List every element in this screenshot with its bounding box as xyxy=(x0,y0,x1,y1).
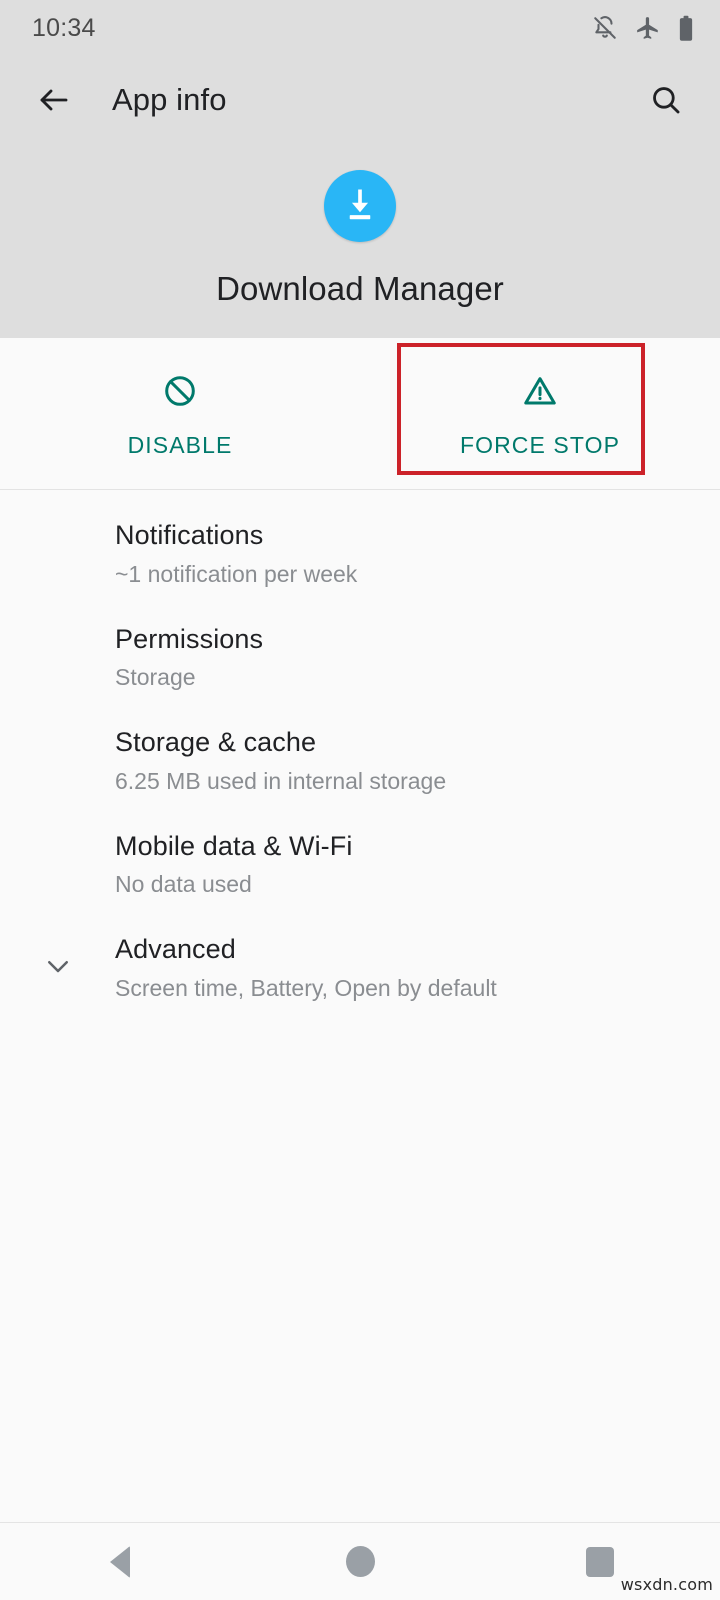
list-item-text: Advanced Screen time, Battery, Open by d… xyxy=(115,933,694,1003)
app-identity: Download Manager xyxy=(0,170,720,308)
list-item-summary: Storage xyxy=(115,664,196,691)
app-bar: App info xyxy=(0,62,720,138)
chevron-down-icon xyxy=(0,933,115,981)
list-item-title: Mobile data & Wi-Fi xyxy=(115,830,353,861)
list-item-advanced[interactable]: Advanced Screen time, Battery, Open by d… xyxy=(0,916,720,1020)
block-circle-slash-icon xyxy=(161,369,199,413)
list-item-title: Notifications xyxy=(115,520,264,550)
page-title: App info xyxy=(112,82,227,117)
force-stop-button[interactable]: FORCE STOP xyxy=(360,338,720,489)
list-item-leading xyxy=(0,519,115,537)
list-item-leading xyxy=(0,726,115,744)
system-navigation-bar xyxy=(0,1523,720,1600)
nav-home-icon[interactable] xyxy=(305,1523,415,1600)
warning-triangle-icon xyxy=(521,369,559,413)
list-item-title: Permissions xyxy=(115,623,264,654)
list-item-text: Storage & cache 6.25 MB used in internal… xyxy=(115,726,694,796)
airplane-mode-icon xyxy=(635,15,661,41)
disable-button-label: DISABLE xyxy=(127,431,233,458)
list-item-title: Storage & cache xyxy=(115,727,317,757)
battery-icon xyxy=(678,15,694,42)
app-info-screen: 10:34 App info Download Manager DISABLE … xyxy=(0,0,720,1600)
back-arrow-icon[interactable] xyxy=(26,72,82,128)
status-bar: 10:34 xyxy=(0,0,720,56)
list-item-text: Mobile data & Wi-Fi No data used xyxy=(115,830,694,900)
list-item-summary: No data used xyxy=(115,871,252,898)
search-icon[interactable] xyxy=(638,72,694,128)
app-name: Download Manager xyxy=(216,270,504,307)
list-item-summary: 6.25 MB used in internal storage xyxy=(115,767,447,794)
list-item-notifications[interactable]: Notifications ~1 notification per week xyxy=(0,502,720,606)
watermark: wsxdn.com xyxy=(620,1575,713,1594)
list-item-leading xyxy=(0,623,115,641)
list-item-text: Permissions Storage xyxy=(115,623,694,693)
nav-home-circle xyxy=(345,1546,375,1577)
download-manager-icon xyxy=(324,170,396,242)
status-bar-clock: 10:34 xyxy=(32,13,96,42)
nav-back-icon[interactable] xyxy=(65,1523,175,1600)
list-item-storage-and-cache[interactable]: Storage & cache 6.25 MB used in internal… xyxy=(0,709,720,813)
force-stop-button-label: FORCE STOP xyxy=(459,431,621,458)
disable-button[interactable]: DISABLE xyxy=(0,338,360,489)
header-block: 10:34 App info Download Manager xyxy=(0,0,720,338)
nav-back-triangle xyxy=(110,1545,130,1578)
list-item-leading xyxy=(0,830,115,848)
list-item-title: Advanced xyxy=(115,934,236,964)
status-bar-icons xyxy=(592,15,694,42)
list-item-permissions[interactable]: Permissions Storage xyxy=(0,606,720,710)
list-item-summary: Screen time, Battery, Open by default xyxy=(115,974,497,1001)
notifications-off-icon xyxy=(592,15,618,41)
nav-recents-square xyxy=(586,1546,614,1577)
app-actions-row: DISABLE FORCE STOP xyxy=(0,338,720,490)
list-item-summary: ~1 notification per week xyxy=(115,560,358,587)
list-item-text: Notifications ~1 notification per week xyxy=(115,519,694,589)
app-settings-list: Notifications ~1 notification per week P… xyxy=(0,491,720,1020)
list-item-mobile-data-and-wifi[interactable]: Mobile data & Wi-Fi No data used xyxy=(0,813,720,917)
